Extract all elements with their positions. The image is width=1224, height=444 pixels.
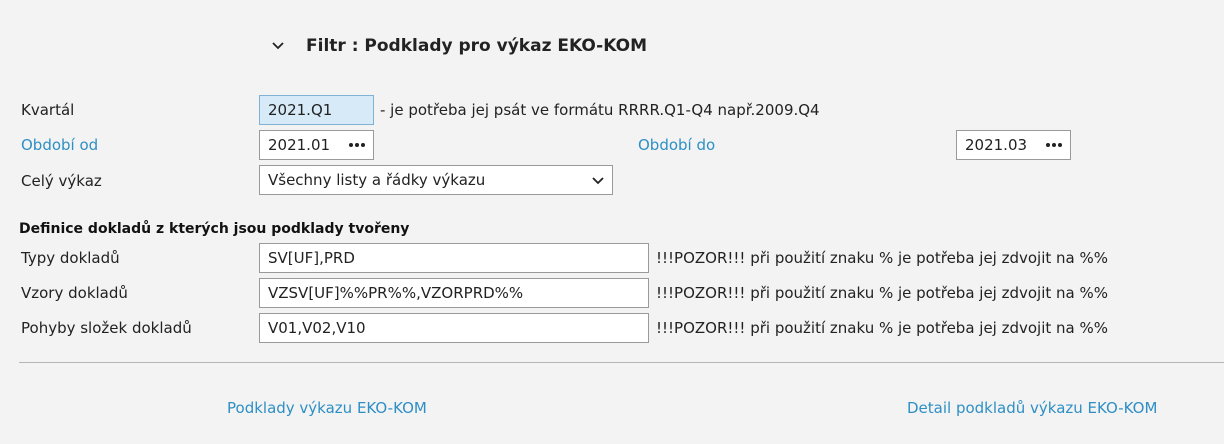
chevron-down-icon xyxy=(592,171,604,189)
typy-dokladu-value: SV[UF],PRD xyxy=(268,249,355,267)
kvartal-input[interactable]: 2021.Q1 xyxy=(259,95,374,125)
typy-dokladu-label: Typy dokladů xyxy=(21,249,120,267)
pohyby-slozek-label: Pohyby složek dokladů xyxy=(21,319,192,337)
typy-dokladu-input[interactable]: SV[UF],PRD xyxy=(259,243,649,273)
vzory-dokladu-label: Vzory dokladů xyxy=(21,284,128,302)
obdobi-do-label[interactable]: Období do xyxy=(638,136,715,154)
cely-vykaz-label: Celý výkaz xyxy=(21,172,102,190)
warning-text: !!!POZOR!!! při použití znaku % je potře… xyxy=(656,249,1109,267)
more-options-icon[interactable] xyxy=(349,143,365,147)
filter-title: Filtr : Podklady pro výkaz EKO-KOM xyxy=(306,36,648,56)
section-heading: Definice dokladů z kterých jsou podklady… xyxy=(19,221,410,237)
divider xyxy=(19,362,1224,363)
collapse-chevron-icon[interactable] xyxy=(270,36,286,56)
obdobi-od-value: 2021.01 xyxy=(268,136,331,154)
more-options-icon[interactable] xyxy=(1046,143,1062,147)
obdobi-do-input[interactable]: 2021.03 xyxy=(956,130,1071,160)
cely-vykaz-select[interactable]: Všechny listy a řádky výkazu xyxy=(259,165,613,195)
podklady-link[interactable]: Podklady výkazu EKO-KOM xyxy=(227,399,427,417)
kvartal-label: Kvartál xyxy=(21,101,75,119)
kvartal-value: 2021.Q1 xyxy=(268,101,333,119)
vzory-dokladu-value: VZSV[UF]%%PR%%,VZORPRD%% xyxy=(268,284,524,302)
kvartal-hint: - je potřeba jej psát ve formátu RRRR.Q1… xyxy=(380,101,820,119)
detail-podkladu-link[interactable]: Detail podkladů výkazu EKO-KOM xyxy=(907,399,1157,417)
pohyby-slozek-value: V01,V02,V10 xyxy=(268,319,366,337)
warning-text: !!!POZOR!!! při použití znaku % je potře… xyxy=(656,319,1109,337)
obdobi-od-label[interactable]: Období od xyxy=(21,136,98,154)
pohyby-slozek-input[interactable]: V01,V02,V10 xyxy=(259,313,649,343)
cely-vykaz-selected: Všechny listy a řádky výkazu xyxy=(268,171,486,189)
obdobi-od-input[interactable]: 2021.01 xyxy=(259,130,374,160)
vzory-dokladu-input[interactable]: VZSV[UF]%%PR%%,VZORPRD%% xyxy=(259,278,649,308)
obdobi-do-value: 2021.03 xyxy=(965,136,1028,154)
warning-text: !!!POZOR!!! při použití znaku % je potře… xyxy=(656,284,1109,302)
